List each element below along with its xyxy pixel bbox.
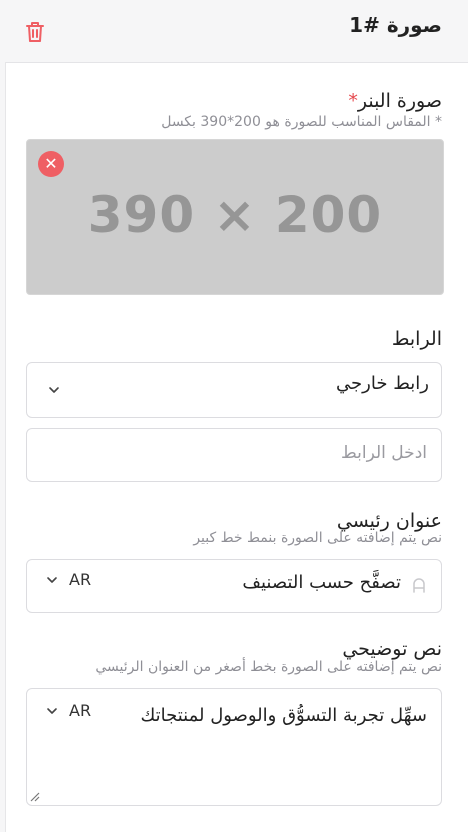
subtitle-label: نص توضيحي (342, 638, 442, 660)
subtitle-value: سهِّل تجربة التسوُّق والوصول لمنتجاتك (140, 705, 427, 726)
remove-image-button[interactable]: ✕ (38, 151, 64, 177)
main-title-value: تصفَّح حسب التصنيف (242, 572, 401, 593)
image-placeholder-text: 390 × 200 (87, 186, 383, 244)
chevron-down-icon[interactable] (45, 573, 59, 587)
language-selector-value[interactable]: AR (69, 701, 91, 720)
card-border (0, 62, 6, 832)
link-type-select[interactable]: رابط خارجي (26, 362, 442, 418)
link-label: الرابط (391, 328, 442, 350)
text-field-icon (413, 578, 425, 593)
banner-image-preview[interactable]: 390 × 200 (26, 139, 444, 295)
card-header: صورة #1 (0, 0, 468, 63)
resize-handle-icon[interactable] (29, 791, 41, 803)
subtitle-textarea[interactable]: سهِّل تجربة التسوُّق والوصول لمنتجاتك AR (26, 688, 442, 806)
trash-icon[interactable] (24, 20, 46, 44)
banner-label: صورة البنر* (348, 90, 442, 112)
banner-hint: * المقاس المناسب للصورة هو 200*390 بكسل (161, 114, 442, 130)
banner-label-text: صورة البنر (357, 90, 442, 112)
required-mark: * (348, 90, 358, 112)
main-title-hint: نص يتم إضافته على الصورة بنمط خط كبير (193, 530, 442, 546)
main-title-input[interactable]: تصفَّح حسب التصنيف AR (26, 559, 442, 613)
card-title: صورة #1 (349, 13, 442, 37)
close-icon: ✕ (44, 154, 58, 173)
language-selector-value[interactable]: AR (69, 570, 91, 589)
main-title-label: عنوان رئيسي (336, 510, 442, 532)
subtitle-hint: نص يتم إضافته على الصورة بخط أصغر من الع… (95, 659, 442, 675)
chevron-down-icon (49, 387, 59, 393)
chevron-down-icon[interactable] (45, 704, 59, 718)
link-type-value: رابط خارجي (336, 373, 429, 394)
link-url-placeholder: ادخل الرابط (341, 443, 427, 463)
link-url-input[interactable]: ادخل الرابط (26, 428, 442, 482)
